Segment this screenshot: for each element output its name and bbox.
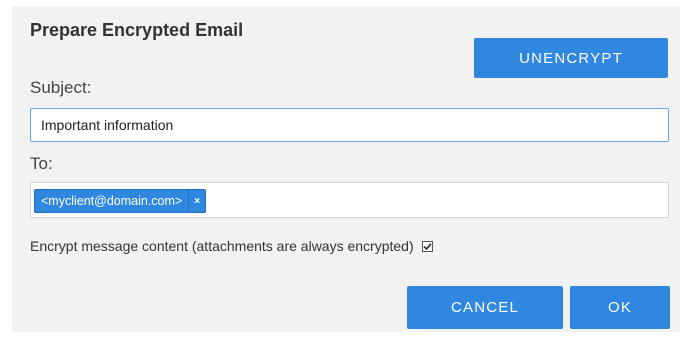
- subject-label: Subject:: [30, 78, 92, 97]
- remove-recipient-icon[interactable]: ×: [188, 190, 205, 212]
- encrypt-option-label: Encrypt message content (attachments are…: [30, 238, 414, 254]
- ok-button[interactable]: OK: [570, 286, 670, 329]
- recipient-address: <myclient@domain.com>: [41, 194, 183, 208]
- encrypted-email-dialog: Prepare Encrypted Email UNENCRYPT Subjec…: [12, 6, 680, 332]
- to-label: To:: [30, 154, 53, 173]
- unencrypt-button[interactable]: UNENCRYPT: [474, 38, 668, 78]
- recipient-tag[interactable]: <myclient@domain.com> ×: [34, 189, 207, 213]
- subject-input[interactable]: [30, 108, 669, 142]
- check-icon: [423, 242, 432, 250]
- to-field[interactable]: <myclient@domain.com> ×: [30, 182, 669, 218]
- cancel-button[interactable]: CANCEL: [407, 286, 563, 329]
- dialog-title: Prepare Encrypted Email: [30, 20, 244, 40]
- encrypt-checkbox[interactable]: [421, 240, 433, 252]
- encrypt-option-row: Encrypt message content (attachments are…: [30, 238, 433, 254]
